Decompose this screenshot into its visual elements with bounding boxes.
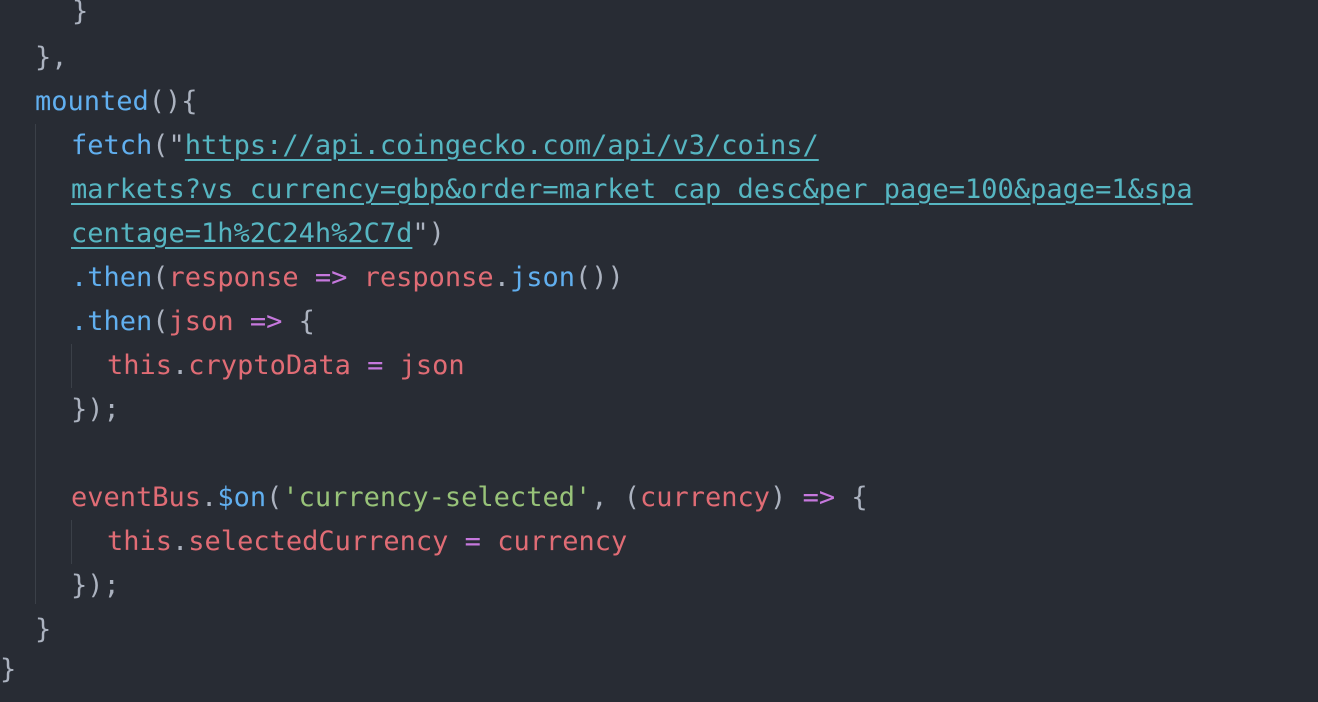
token-punctuation: { bbox=[298, 306, 315, 337]
code-line[interactable]: .then(json => { bbox=[71, 300, 315, 344]
token-operator: = bbox=[367, 350, 384, 381]
indent-guide bbox=[71, 344, 72, 388]
code-line[interactable]: fetch("https://api.coingecko.com/api/v3/… bbox=[71, 124, 819, 168]
code-line[interactable]: this.selectedCurrency = currency bbox=[107, 520, 627, 564]
token-whitespace bbox=[448, 526, 464, 557]
code-line[interactable]: } bbox=[0, 648, 16, 692]
token-whitespace bbox=[383, 350, 399, 381]
token-whitespace bbox=[234, 306, 250, 337]
token-whitespace bbox=[299, 262, 315, 293]
token-punctuation: (" bbox=[152, 130, 185, 161]
token-punctuation: { bbox=[851, 482, 868, 513]
code-line[interactable]: }, bbox=[35, 36, 68, 80]
token-whitespace bbox=[786, 482, 802, 513]
token-identifier: selectedCurrency bbox=[188, 526, 449, 557]
token-punctuation: . bbox=[172, 526, 189, 557]
token-identifier: this bbox=[107, 350, 173, 381]
code-line[interactable]: } bbox=[35, 608, 51, 652]
token-function-name: $on bbox=[217, 482, 267, 513]
token-whitespace bbox=[347, 262, 363, 293]
token-whitespace bbox=[835, 482, 851, 513]
token-punctuation: , ( bbox=[591, 482, 640, 513]
token-punctuation: . bbox=[493, 262, 510, 293]
code-line[interactable]: this.cryptoData = json bbox=[107, 344, 465, 388]
token-identifier: json bbox=[168, 306, 234, 337]
token-operator: = bbox=[464, 526, 481, 557]
token-identifier: eventBus bbox=[71, 482, 202, 513]
token-whitespace bbox=[351, 350, 367, 381]
token-operator: => bbox=[314, 262, 348, 293]
token-punctuation: . bbox=[201, 482, 218, 513]
token-punctuation: ") bbox=[412, 218, 445, 249]
code-line[interactable]: }); bbox=[71, 388, 120, 432]
token-identifier: response bbox=[363, 262, 494, 293]
token-identifier: response bbox=[168, 262, 299, 293]
token-identifier: currency bbox=[640, 482, 771, 513]
code-line[interactable]: mounted(){ bbox=[35, 80, 198, 124]
token-operator: => bbox=[249, 306, 283, 337]
token-punctuation: } bbox=[72, 0, 89, 27]
token-function-name: mounted bbox=[35, 86, 149, 117]
token-function-name: .then bbox=[71, 306, 153, 337]
token-punctuation: } bbox=[0, 654, 17, 685]
token-url-link[interactable]: https://api.coingecko.com/api/v3/coins/ bbox=[185, 130, 819, 161]
token-identifier: cryptoData bbox=[188, 350, 351, 381]
token-url-link[interactable]: markets?vs_currency=gbp&order=market_cap… bbox=[71, 174, 1193, 205]
token-punctuation: ) bbox=[770, 482, 787, 513]
code-line[interactable]: centage=1h%2C24h%2C7d") bbox=[71, 212, 445, 256]
token-function-name: json bbox=[509, 262, 575, 293]
code-line[interactable]: .then(response => response.json()) bbox=[71, 256, 624, 300]
token-punctuation: (){ bbox=[148, 86, 198, 117]
token-punctuation: ( bbox=[152, 262, 169, 293]
token-punctuation: }, bbox=[35, 42, 68, 73]
token-identifier: currency bbox=[497, 526, 628, 557]
code-line[interactable]: eventBus.$on('currency-selected', (curre… bbox=[71, 476, 868, 520]
indent-guide bbox=[71, 520, 72, 564]
code-line[interactable]: } bbox=[72, 0, 88, 34]
token-punctuation: }); bbox=[71, 570, 120, 601]
code-editor[interactable]: } }, mounted(){ fetch("https://api.coing… bbox=[0, 0, 1318, 702]
token-operator: => bbox=[802, 482, 836, 513]
token-punctuation: . bbox=[172, 350, 189, 381]
token-punctuation: }); bbox=[71, 394, 120, 425]
token-identifier: this bbox=[107, 526, 173, 557]
token-punctuation: ()) bbox=[574, 262, 624, 293]
token-string-literal: 'currency-selected' bbox=[282, 482, 592, 513]
token-whitespace bbox=[282, 306, 298, 337]
token-punctuation: } bbox=[35, 614, 52, 645]
token-function-name: fetch bbox=[71, 130, 153, 161]
token-punctuation: ( bbox=[152, 306, 169, 337]
code-line[interactable]: }); bbox=[71, 564, 120, 608]
indent-guide bbox=[35, 124, 36, 604]
token-punctuation: ( bbox=[266, 482, 283, 513]
token-url-link[interactable]: centage=1h%2C24h%2C7d bbox=[71, 218, 412, 249]
token-identifier: json bbox=[399, 350, 465, 381]
token-whitespace bbox=[481, 526, 497, 557]
code-line[interactable]: markets?vs_currency=gbp&order=market_cap… bbox=[71, 168, 1193, 212]
token-function-name: .then bbox=[71, 262, 153, 293]
